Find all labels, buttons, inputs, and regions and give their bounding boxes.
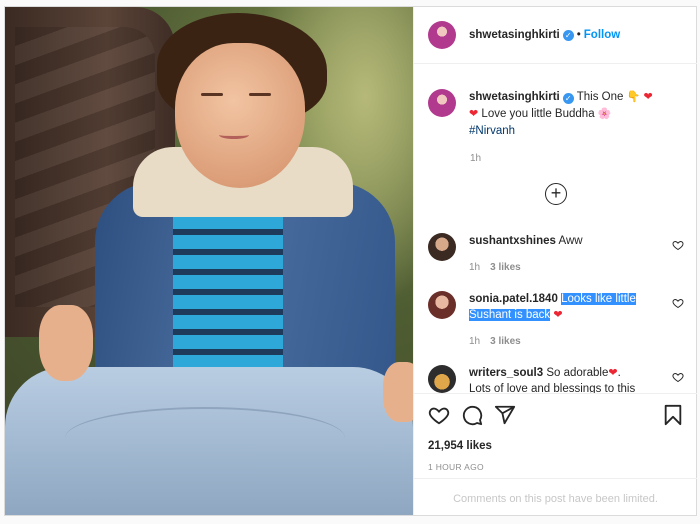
comment-username[interactable]: sushantxshines [469, 235, 556, 247]
comment-item: writers_soul3 So adorable❤. Lots of love… [428, 365, 688, 393]
comment-text: Aww [558, 235, 583, 247]
comment-avatar[interactable] [428, 291, 456, 319]
comment-avatar[interactable] [428, 233, 456, 261]
post-timestamp[interactable]: 1 HOUR AGO [428, 462, 484, 472]
caption-body: This One [576, 91, 624, 103]
comment-time[interactable]: 1h [469, 336, 480, 347]
post-actions: 21,954 likes 1 HOUR AGO Comments on this… [414, 393, 697, 517]
share-icon[interactable] [494, 404, 516, 426]
comment-likes[interactable]: 3 likes [490, 262, 521, 273]
comment-text-line2: Lots of love and blessings to this [469, 383, 636, 393]
photo-striped-shirt [173, 195, 283, 385]
point-down-emoji: 👇 [626, 91, 641, 103]
post-caption: shwetasinghkirti ✓ This One 👇 ❤ ❤ Love yo… [428, 89, 686, 140]
post-side-panel: shwetasinghkirti ✓ • Follow shwetasinghk… [413, 7, 697, 517]
photo-hand-left [39, 305, 93, 381]
comment-icon[interactable] [461, 404, 483, 426]
separator-dot: • [576, 29, 581, 41]
photo-smile [219, 131, 249, 139]
caption-body-line2: Love you little Buddha [481, 108, 595, 120]
heart-emoji: ❤ [608, 367, 618, 379]
like-comment-heart-icon[interactable] [672, 371, 684, 383]
photo-jeans [5, 367, 413, 515]
comment-username[interactable]: sonia.patel.1840 [469, 293, 558, 305]
caption-hashtag[interactable]: #Nirvanh [469, 125, 515, 137]
verified-badge-icon: ✓ [562, 29, 574, 41]
caption-time[interactable]: 1h [470, 153, 481, 164]
like-count[interactable]: 21,954 likes [428, 440, 492, 452]
like-comment-heart-icon[interactable] [672, 239, 684, 251]
heart-emoji: ❤ [553, 309, 563, 321]
comment-avatar[interactable] [428, 365, 456, 393]
caption-text: shwetasinghkirti ✓ This One 👇 ❤ ❤ Love yo… [469, 89, 653, 140]
photo-eye-right [249, 93, 271, 96]
comments-limited-notice: Comments on this post have been limited. [414, 478, 697, 518]
author-avatar[interactable] [428, 21, 456, 49]
comment-time[interactable]: 1h [469, 262, 480, 273]
comment-text-tail: . [617, 367, 621, 379]
load-more-comments-button[interactable]: + [545, 183, 567, 205]
comment-meta: 1h 3 likes [469, 334, 664, 350]
heart-emoji: ❤ [643, 91, 653, 103]
photo-face [175, 43, 305, 188]
like-comment-heart-icon[interactable] [672, 297, 684, 309]
instagram-post: shwetasinghkirti ✓ • Follow shwetasinghk… [4, 6, 697, 516]
comment-meta: 1h 3 likes [469, 260, 664, 276]
flower-emoji: 🌸 [597, 108, 612, 120]
comment-body: writers_soul3 So adorable❤. Lots of love… [469, 365, 664, 393]
post-photo[interactable] [5, 7, 413, 515]
action-icons [428, 404, 684, 428]
comment-likes[interactable]: 3 likes [490, 336, 521, 347]
caption-avatar[interactable] [428, 89, 456, 117]
heart-emoji: ❤ [469, 108, 479, 120]
comment-body: sushantxshines Aww 1h 3 likes [469, 233, 664, 276]
post-header: shwetasinghkirti ✓ • Follow [414, 7, 697, 64]
comment-username[interactable]: writers_soul3 [469, 367, 543, 379]
comment-text: So adorable [546, 367, 609, 379]
heart-icon[interactable] [428, 404, 450, 426]
comment-body: sonia.patel.1840 Looks like little Susha… [469, 291, 664, 350]
photo-hand-right [383, 362, 413, 422]
author-username[interactable]: shwetasinghkirti [469, 29, 560, 41]
comment-item: sushantxshines Aww 1h 3 likes [428, 233, 688, 276]
photo-eye-left [201, 93, 223, 96]
follow-button[interactable]: Follow [584, 29, 620, 41]
comment-item: sonia.patel.1840 Looks like little Susha… [428, 291, 688, 350]
bookmark-icon[interactable] [662, 404, 684, 426]
caption-username[interactable]: shwetasinghkirti [469, 91, 560, 103]
verified-badge-icon: ✓ [562, 93, 574, 104]
